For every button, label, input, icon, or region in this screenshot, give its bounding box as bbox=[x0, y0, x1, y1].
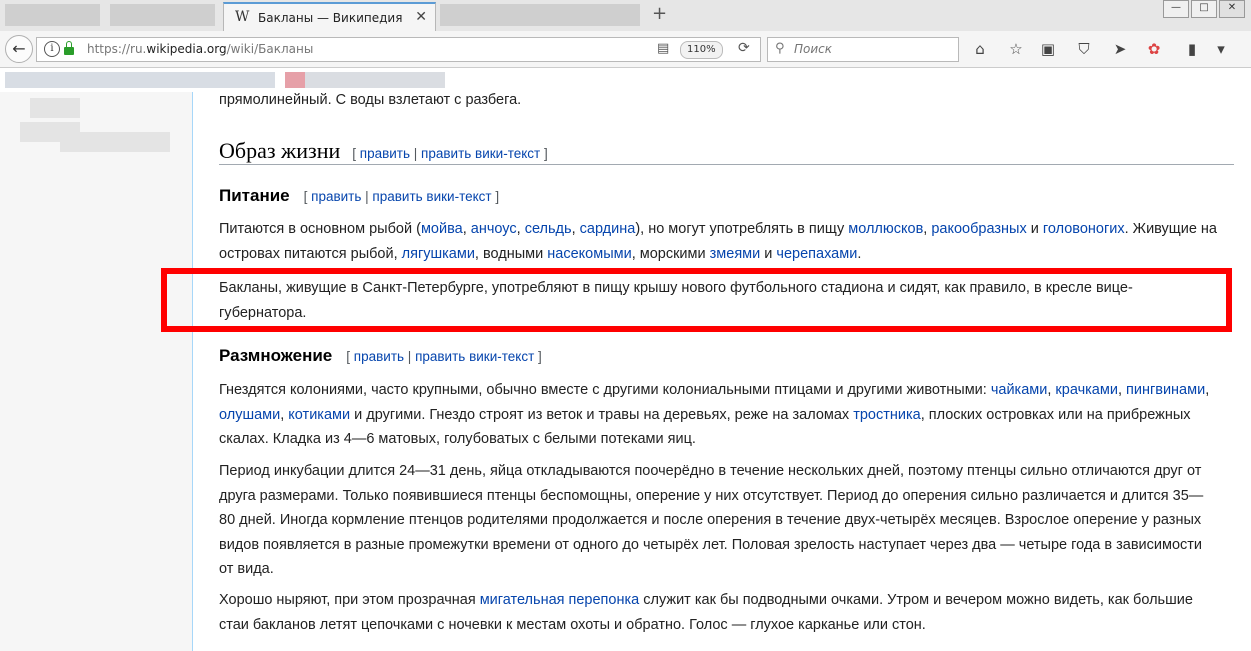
link[interactable]: котиками bbox=[288, 407, 350, 423]
food-paragraph-1: Питаются в основном рыбой (мойва, анчоус… bbox=[219, 221, 1217, 262]
red-highlight-box bbox=[161, 268, 1232, 332]
search-input[interactable] bbox=[792, 41, 956, 57]
link[interactable]: ракообразных bbox=[931, 221, 1026, 237]
window-controls: — □ ✕ bbox=[1163, 0, 1245, 18]
back-arrow-icon[interactable]: ← bbox=[5, 35, 33, 63]
link[interactable]: пингвинами bbox=[1126, 382, 1205, 398]
minimize-button[interactable]: — bbox=[1163, 0, 1189, 18]
pocket-icon[interactable]: ⛉ bbox=[1073, 38, 1095, 60]
navigation-bar: ← i https://ru.wikipedia.org/wiki/Баклан… bbox=[0, 31, 1251, 68]
subsection-heading-food: Питание[ править | править вики-текст ] bbox=[219, 186, 500, 205]
edit-wikitext-link[interactable]: править вики-текст bbox=[372, 189, 491, 204]
link[interactable]: змеями bbox=[710, 246, 761, 262]
link[interactable]: мигательная перепонка bbox=[480, 592, 640, 608]
edit-section-links: [ править | править вики-текст ] bbox=[352, 146, 548, 161]
edit-wikitext-link[interactable]: править вики-текст bbox=[415, 349, 534, 364]
link[interactable]: сельдь bbox=[525, 221, 572, 237]
link[interactable]: моллюсков bbox=[848, 221, 923, 237]
library-icon[interactable]: ▣ bbox=[1037, 38, 1059, 60]
link[interactable]: насекомыми bbox=[547, 246, 631, 262]
reload-icon[interactable]: ⟳ bbox=[738, 40, 750, 56]
breeding-paragraph-1: Гнездятся колониями, часто крупными, обы… bbox=[219, 382, 1210, 447]
previous-paragraph-tail: прямолинейный. С воды взлетают с разбега… bbox=[219, 92, 522, 108]
edit-link[interactable]: править bbox=[311, 189, 361, 204]
section-heading-lifestyle: Образ жизни [ править | править вики-текс… bbox=[219, 138, 1234, 165]
link[interactable]: крачками bbox=[1055, 382, 1118, 398]
edit-link[interactable]: править bbox=[360, 146, 410, 161]
close-window-button[interactable]: ✕ bbox=[1219, 0, 1245, 18]
active-tab[interactable]: W Бакланы — Википедия ✕ bbox=[223, 2, 436, 31]
home-icon[interactable]: ⌂ bbox=[969, 38, 991, 60]
link[interactable]: чайками bbox=[991, 382, 1048, 398]
edit-link[interactable]: править bbox=[354, 349, 404, 364]
lock-icon bbox=[64, 41, 74, 55]
info-icon[interactable]: i bbox=[44, 41, 60, 57]
reader-view-icon[interactable]: ▤ bbox=[657, 41, 669, 56]
new-tab-button[interactable]: + bbox=[652, 3, 667, 24]
search-icon: ⚲ bbox=[775, 41, 785, 56]
breeding-paragraph-2: Период инкубации длится 24—31 день, яйца… bbox=[219, 463, 1204, 577]
zoom-indicator[interactable]: 110% bbox=[680, 41, 723, 59]
link[interactable]: сардина bbox=[580, 221, 636, 237]
url-text[interactable]: https://ru.wikipedia.org/wiki/Бакланы bbox=[87, 42, 313, 56]
tab-strip: W Бакланы — Википедия ✕ + — □ ✕ bbox=[0, 0, 1251, 31]
address-bar[interactable]: i https://ru.wikipedia.org/wiki/Бакланы … bbox=[36, 37, 761, 62]
search-bar[interactable]: ⚲ bbox=[767, 37, 959, 62]
extension-icon[interactable]: ✿ bbox=[1143, 38, 1165, 60]
edit-wikitext-link[interactable]: править вики-текст bbox=[421, 146, 540, 161]
link[interactable]: головоногих bbox=[1043, 221, 1125, 237]
link[interactable]: черепахами bbox=[776, 246, 857, 262]
link[interactable]: анчоус bbox=[471, 221, 517, 237]
send-icon[interactable]: ➤ bbox=[1109, 38, 1131, 60]
subsection-heading-breeding: Размножение[ править | править вики-текс… bbox=[219, 346, 542, 365]
section-title: Образ жизни bbox=[219, 138, 341, 163]
diving-paragraph: Хорошо ныряют, при этом прозрачная мигат… bbox=[219, 592, 1193, 633]
clipboard-icon[interactable]: ▮ bbox=[1181, 38, 1203, 60]
tab-title: Бакланы — Википедия bbox=[258, 11, 403, 25]
link[interactable]: мойва bbox=[421, 221, 463, 237]
wiki-sidebar bbox=[0, 92, 193, 651]
bookmark-star-icon[interactable]: ☆ bbox=[1005, 38, 1027, 60]
maximize-button[interactable]: □ bbox=[1191, 0, 1217, 18]
link[interactable]: лягушками bbox=[402, 246, 475, 262]
wikipedia-favicon-icon: W bbox=[235, 9, 250, 25]
bookmarks-bar bbox=[0, 68, 1251, 92]
link[interactable]: тростника bbox=[853, 407, 921, 423]
close-tab-icon[interactable]: ✕ bbox=[415, 9, 427, 25]
link[interactable]: олушами bbox=[219, 407, 280, 423]
menu-icon[interactable]: ▾ bbox=[1210, 38, 1232, 60]
